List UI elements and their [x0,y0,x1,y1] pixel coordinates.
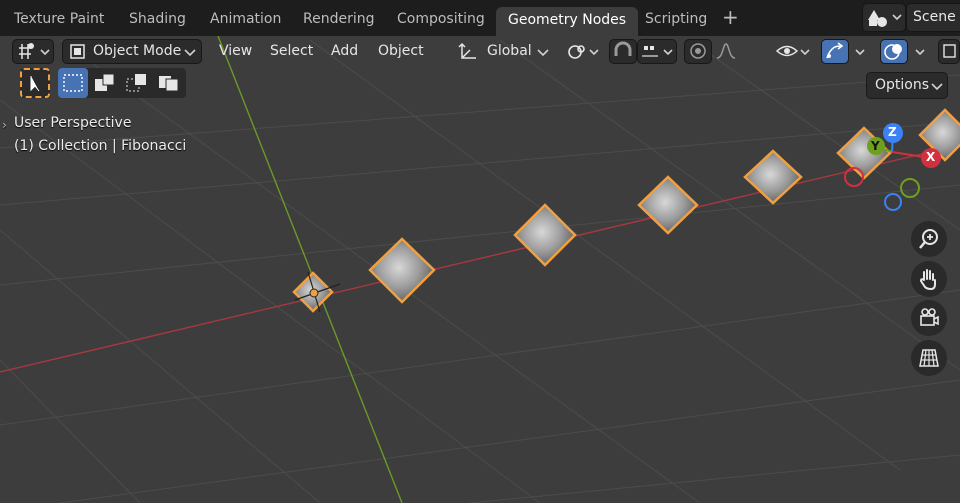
proportional-edit-toggle[interactable] [684,39,712,64]
visibility-icon [775,45,810,57]
proportional-falloff-dropdown[interactable] [712,39,752,64]
pivot-point-dropdown[interactable] [561,39,603,64]
camera-view-button[interactable] [911,300,947,336]
select-subtract-icon [126,74,146,92]
selected-origin-object[interactable] [292,271,341,313]
toolbar-expand-arrow[interactable]: › [2,118,7,132]
zoom-button[interactable] [911,221,947,257]
ortho-toggle-button[interactable] [911,340,947,376]
select-invert-icon [159,76,179,92]
select-new-icon [63,74,83,92]
workspace-tab-bar: Texture Paint Shading Animation Renderin… [0,0,960,36]
add-workspace-button[interactable]: + [722,5,739,29]
menu-select[interactable]: Select [270,39,313,64]
select-mode-invert[interactable] [154,68,184,98]
3d-viewport[interactable]: Z Y X [0,36,960,503]
visibility-dropdown[interactable] [772,39,814,64]
overlay-options-dropdown[interactable] [908,39,934,64]
menu-add[interactable]: Add [331,39,358,64]
object-mode-dropdown[interactable]: Object Mode [62,39,202,64]
tab-texture-paint[interactable]: Texture Paint [14,6,104,32]
xray-toggle[interactable] [938,39,960,64]
chevron-down-icon [915,49,925,56]
editor-type-button[interactable] [12,39,54,64]
select-mode-subtract[interactable] [122,68,152,98]
collection-info-label: (1) Collection | Fibonacci [14,138,187,154]
cube-instance[interactable] [513,203,577,267]
cube-instance[interactable] [637,175,699,235]
select-mode-group [58,68,186,98]
gizmo-neg-z-handle[interactable] [884,193,902,211]
scene-name-field[interactable]: Scene [906,3,960,32]
falloff-icon [716,43,736,59]
tab-scripting[interactable]: Scripting [645,6,707,32]
overlay-icon [884,44,902,60]
scene-selector: Scene [862,3,960,32]
x-axis-line [0,144,960,373]
orientation-label: Global [487,43,532,59]
chevron-down-icon [855,49,865,56]
overlay-toggle[interactable] [880,39,908,64]
options-label: Options [875,77,930,93]
object-mode-label: Object Mode [93,43,182,59]
gizmo-icon [826,42,844,59]
chevron-down-icon [184,49,196,57]
chevron-down-icon [537,49,549,57]
gizmo-toggle[interactable] [821,39,849,64]
gizmo-options-dropdown[interactable] [849,39,873,64]
tab-compositing[interactable]: Compositing [397,6,485,32]
zoom-icon [919,229,938,249]
pivot-icon [568,45,599,59]
grid-ortho-icon [919,349,939,367]
select-mode-extend[interactable] [90,68,120,98]
options-dropdown[interactable]: Options [866,72,948,99]
snap-increment-icon [642,46,673,57]
gizmo-y-label: Y [871,139,880,153]
transform-orientation-dropdown[interactable]: Global [452,39,553,64]
gizmo-z-label: Z [888,125,897,139]
select-mode-new[interactable] [58,68,88,98]
cube-instance[interactable] [743,149,803,205]
scene-browse-button[interactable] [862,3,906,32]
tab-animation[interactable]: Animation [210,6,281,32]
snap-toggle[interactable] [609,39,637,64]
floor-grid [0,39,960,503]
menu-object[interactable]: Object [378,39,424,64]
camera-icon [920,308,939,326]
select-extend-icon [95,73,115,91]
viewport-header: Object Mode View Select Add Object Globa… [0,36,960,68]
viewport-scene [0,36,960,503]
menu-view[interactable]: View [219,39,252,64]
pan-button[interactable] [911,261,947,297]
cube-instance[interactable] [368,237,436,304]
object-mode-icon [70,44,85,59]
hand-icon [919,269,936,291]
tab-geometry-nodes[interactable]: Geometry Nodes [496,7,639,36]
xray-icon [943,44,956,58]
editor-type-icon [19,43,50,59]
cube-instance[interactable] [836,126,892,180]
cursor-icon [30,76,40,92]
snap-target-dropdown[interactable] [637,39,677,64]
proportional-edit-icon [690,43,706,59]
select-tool-button[interactable] [20,68,50,98]
view-name-label: User Perspective [14,115,132,131]
tab-shading[interactable]: Shading [129,6,186,32]
transform-orientation-icon [458,42,476,59]
chevron-down-icon [931,83,943,91]
tab-rendering[interactable]: Rendering [303,6,375,32]
gizmo-x-label: X [926,150,936,164]
snap-icon [614,41,632,56]
scene-icon [868,10,902,27]
